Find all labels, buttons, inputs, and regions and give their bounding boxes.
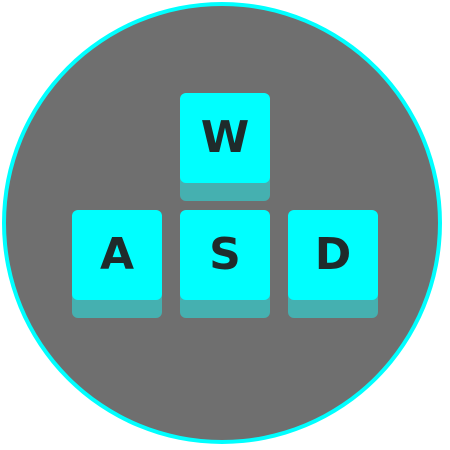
s-key-icon: S xyxy=(180,210,270,318)
key-face: A xyxy=(72,210,162,300)
key-letter-w: W xyxy=(200,112,250,163)
w-key-icon: W xyxy=(180,93,270,201)
d-key-icon: D xyxy=(288,210,378,318)
key-face: D xyxy=(288,210,378,300)
a-key-icon: A xyxy=(72,210,162,318)
key-face: W xyxy=(180,93,270,183)
key-letter-s: S xyxy=(209,229,241,280)
key-letter-d: D xyxy=(314,229,352,280)
key-face: S xyxy=(180,210,270,300)
wasd-icon-stage: W A S D xyxy=(0,0,450,450)
key-letter-a: A xyxy=(99,229,135,280)
